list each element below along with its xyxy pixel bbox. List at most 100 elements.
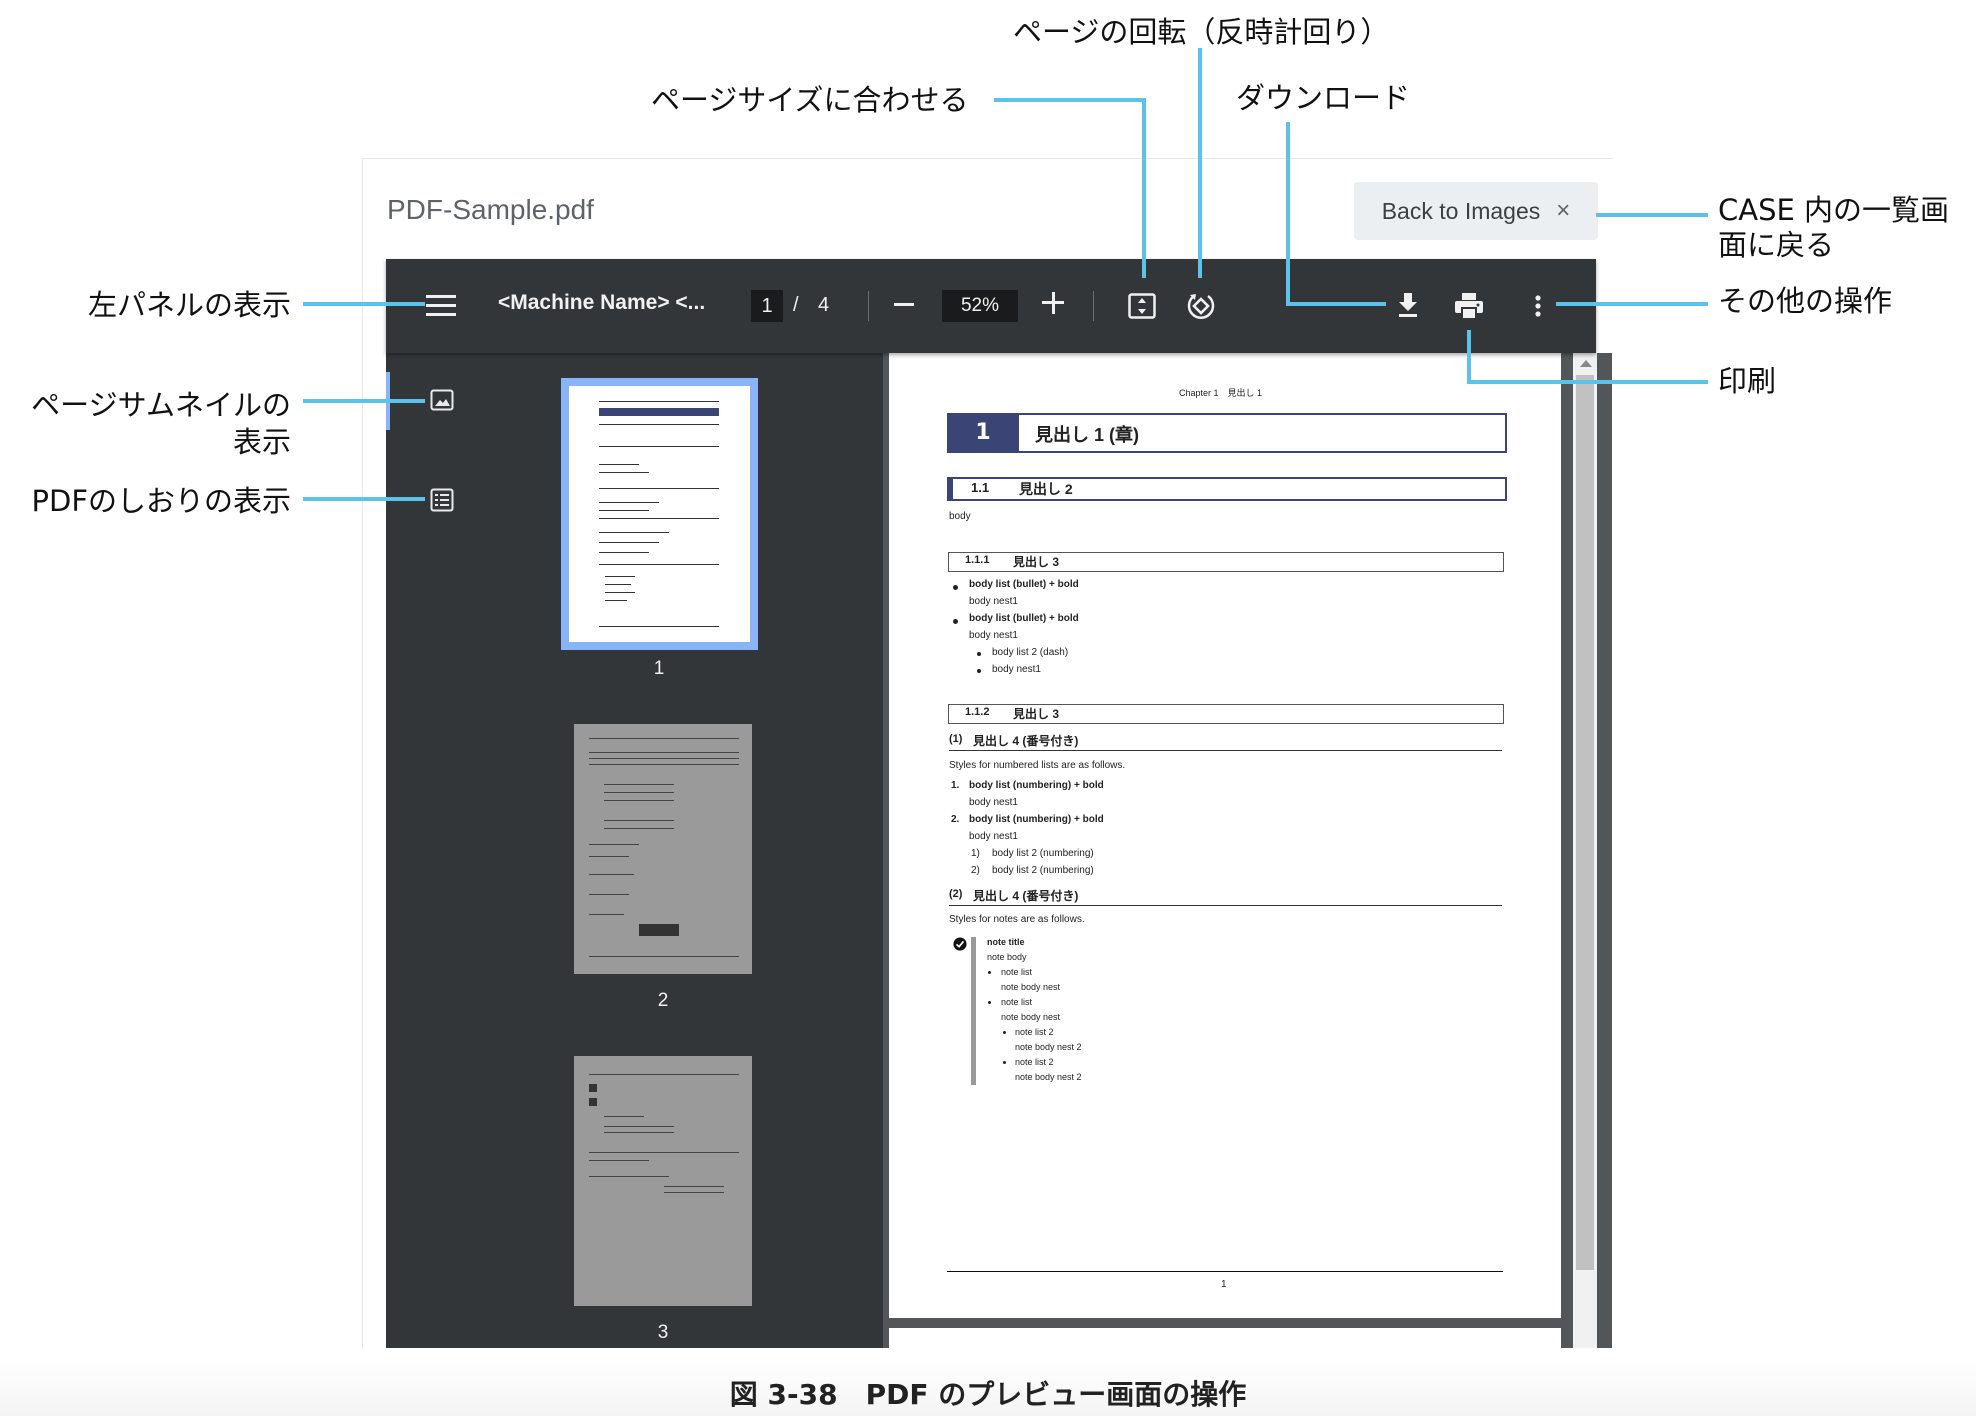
bullet-marker: [1003, 1061, 1006, 1064]
callout-print: 印刷: [1718, 364, 1777, 398]
note-bar: [971, 937, 976, 1085]
toolbar-divider: [868, 291, 869, 321]
bullet-item: body nest1: [992, 664, 1041, 675]
zoom-input[interactable]: 52%: [942, 290, 1018, 322]
footer-rule: [947, 1271, 1503, 1272]
callout-line: [994, 98, 1146, 102]
callout-line: [303, 399, 425, 403]
heading-3b-number: 1.1.2: [965, 706, 990, 718]
print-icon[interactable]: [1454, 292, 1484, 320]
callout-fit: ページサイズに合わせる: [651, 83, 969, 117]
numbered-marker: 2): [971, 865, 980, 876]
callout-back-line1: CASE 内の一覧画: [1718, 193, 1950, 227]
next-page: [889, 1328, 1561, 1348]
callout-line: [1467, 330, 1471, 384]
callout-thumbnail-line2: 表示: [232, 425, 291, 459]
callout-download: ダウンロード: [1236, 81, 1411, 115]
heading-4a-text: 見出し 4 (番号付き): [973, 734, 1079, 748]
callout-line: [1467, 380, 1708, 384]
file-name: PDF-Sample.pdf: [387, 194, 594, 225]
document-title: <Machine Name> <...: [498, 291, 706, 314]
check-circle-icon: [953, 937, 967, 951]
heading-1-text: 見出し 1 (章): [1035, 425, 1140, 445]
callout-line: [303, 497, 425, 501]
page-thumbnail-3[interactable]: [574, 1056, 752, 1306]
scrollbar-thumb[interactable]: [1576, 375, 1594, 1270]
bullet-item: body list (bullet) + bold: [969, 579, 1079, 590]
heading-4a-number: (1): [949, 733, 963, 745]
bullet-marker: [953, 585, 958, 590]
bullet-marker: [1003, 1031, 1006, 1034]
note-title: note title: [987, 937, 1025, 947]
note-body-nest: note body nest: [1001, 982, 1061, 992]
list-icon[interactable]: [430, 488, 454, 512]
heading-1: [947, 413, 1507, 453]
bullet-marker: [977, 652, 981, 656]
figure-caption: 図 3-38 PDF のプレビュー画面の操作: [729, 1378, 1247, 1411]
heading-3a-number: 1.1.1: [965, 554, 990, 566]
note-list: note list: [1001, 997, 1033, 1007]
thumbnail-label-1: 1: [653, 658, 665, 679]
numbered-marker: 1): [971, 848, 980, 859]
more-vert-icon[interactable]: [1534, 294, 1542, 318]
callout-line: [1198, 48, 1202, 278]
callout-line: [1556, 302, 1708, 306]
page-footer-number: 1: [1221, 1279, 1227, 1290]
back-to-images-label: Back to Images: [1381, 197, 1541, 224]
bullet-marker: [953, 619, 958, 624]
callout-thumbnail-line1: ページサムネイルの: [31, 388, 291, 422]
numbered-marker: 1.: [951, 780, 960, 791]
note-body-nest-2: note body nest 2: [1015, 1072, 1082, 1082]
page-thumbnail-1[interactable]: [561, 378, 758, 650]
heading-4a-rule: [949, 750, 1502, 751]
bullet-marker: [977, 669, 981, 673]
thumbnail-label-3: 3: [657, 1322, 669, 1343]
body-text: body: [949, 511, 971, 522]
numbered-item: body list (numbering) + bold: [969, 814, 1104, 825]
heading-2-bar: [947, 477, 953, 501]
menu-icon[interactable]: [426, 295, 456, 317]
notes-intro: Styles for notes are as follows.: [949, 914, 1085, 925]
document-page: Chapter 1 見出し 1 1 見出し 1 (章) 1.1 見出し 2 bo…: [889, 353, 1561, 1318]
note-body-nest: note body nest: [1001, 1012, 1061, 1022]
numbered-item: body list (numbering) + bold: [969, 780, 1104, 791]
bullet-item: body list (bullet) + bold: [969, 613, 1079, 624]
download-icon[interactable]: [1396, 291, 1420, 319]
image-icon[interactable]: [430, 389, 454, 411]
callout-left-panel: 左パネルの表示: [87, 288, 291, 322]
heading-4b-rule: [949, 905, 1502, 906]
callout-bookmarks: PDFのしおりの表示: [31, 484, 292, 518]
rotate-counterclockwise-icon[interactable]: [1186, 291, 1216, 321]
close-icon: ×: [1556, 197, 1571, 224]
callout-rotate: ページの回転（反時計回り）: [1013, 15, 1390, 49]
pdf-toolbar: <Machine Name> <... 1 / 4 52%: [386, 259, 1596, 353]
numbered-item: body list 2 (numbering): [992, 865, 1094, 876]
thumbnail-label-2: 2: [657, 990, 669, 1011]
page-thumbnail-2[interactable]: [574, 724, 752, 974]
callout-line: [303, 302, 425, 306]
callout-line: [1142, 98, 1146, 278]
toolbar-divider: [1093, 291, 1094, 321]
note-list: note list: [1001, 967, 1033, 977]
zoom-out-icon[interactable]: [894, 303, 914, 306]
callout-line: [1596, 213, 1708, 217]
heading-1-number: 1: [947, 413, 1019, 453]
numbered-marker: 2.: [951, 814, 960, 825]
bullet-nest: body nest1: [969, 630, 1018, 641]
bullet-marker: [988, 1001, 991, 1004]
heading-4b-number: (2): [949, 888, 963, 900]
scroll-up-arrow-icon[interactable]: [1580, 360, 1592, 367]
fit-to-page-icon[interactable]: [1128, 293, 1156, 319]
callout-more: その他の操作: [1718, 284, 1893, 318]
note-list-2: note list 2: [1015, 1027, 1054, 1037]
back-to-images-button[interactable]: Back to Images ×: [1354, 182, 1598, 240]
zoom-in-icon[interactable]: [1042, 292, 1064, 314]
callout-line: [1286, 302, 1386, 306]
page-number-input[interactable]: 1: [751, 290, 783, 322]
page-header: Chapter 1 見出し 1: [1179, 388, 1263, 398]
numbered-intro: Styles for numbered lists are as follows…: [949, 760, 1126, 771]
callout-back-line2: 面に戻る: [1718, 228, 1835, 262]
note-body-nest-2: note body nest 2: [1015, 1042, 1082, 1052]
heading-4b-text: 見出し 4 (番号付き): [973, 889, 1079, 903]
callout-line: [1286, 122, 1290, 306]
